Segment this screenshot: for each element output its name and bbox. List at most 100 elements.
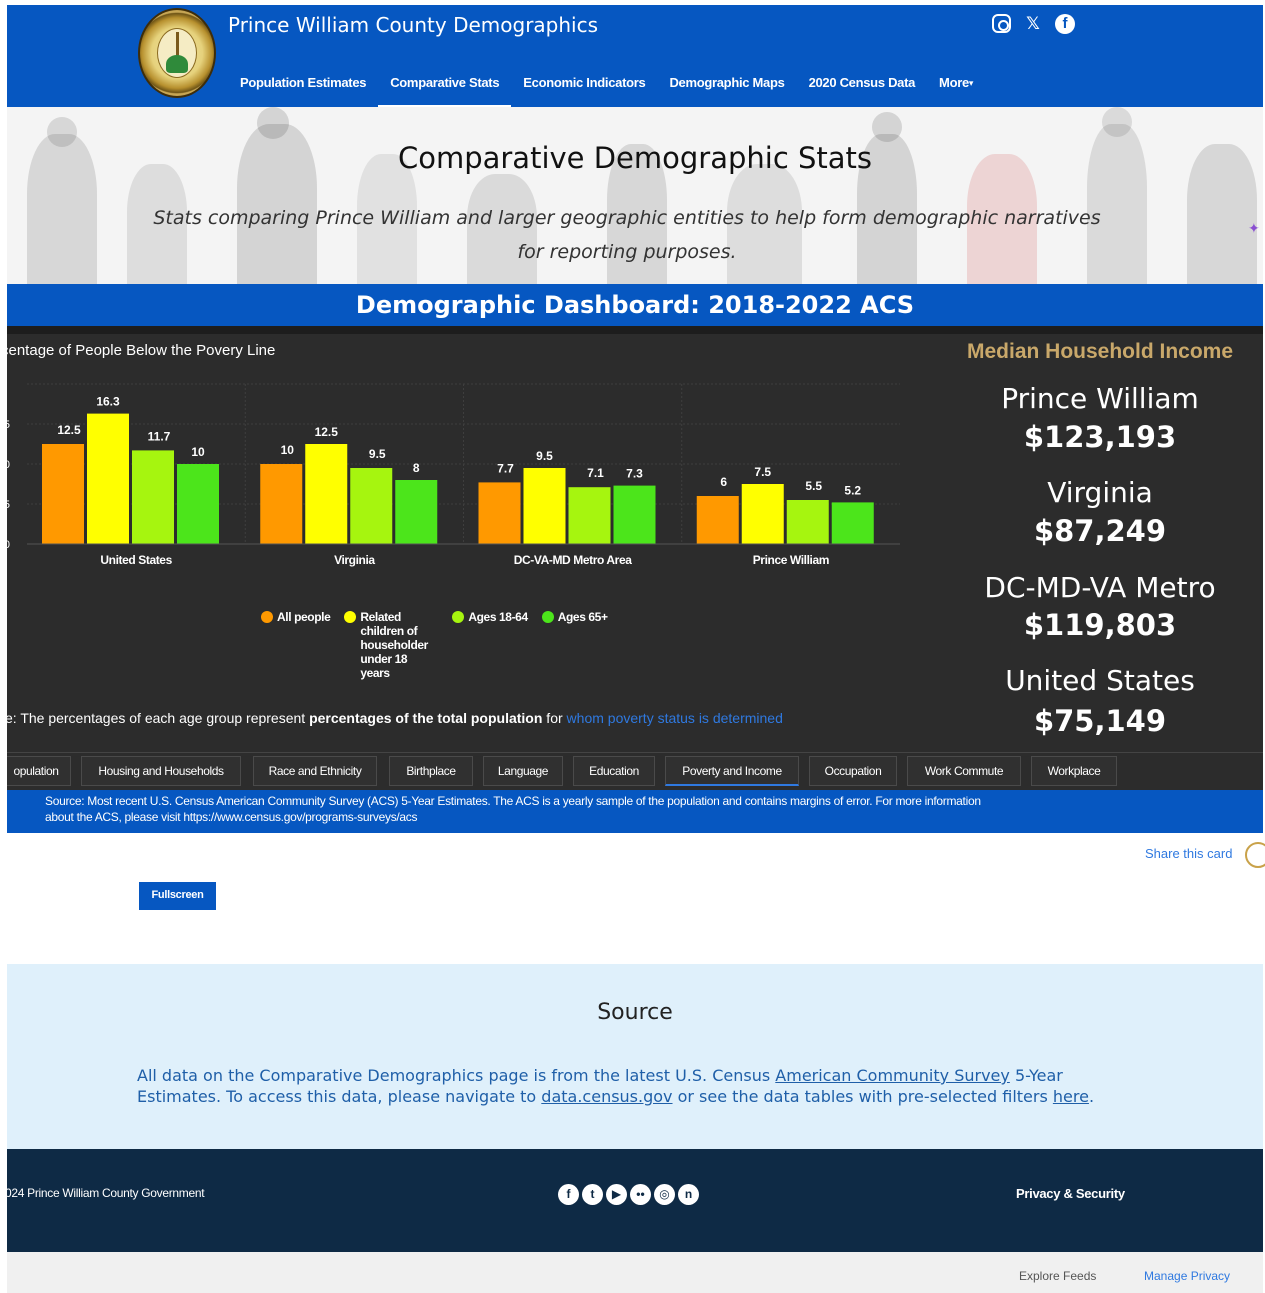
explore-feeds-link[interactable]: Explore Feeds xyxy=(1019,1269,1096,1283)
x-icon[interactable]: 𝕏 xyxy=(1023,14,1043,34)
sparkle-icon[interactable]: ✦ xyxy=(1248,220,1260,237)
hero-banner: Comparative Demographic Stats Stats comp… xyxy=(7,107,1263,284)
site-header: Prince William County Demographics 𝕏 f P… xyxy=(7,5,1263,108)
bar-data-label: 7.1 xyxy=(587,466,604,480)
legend-label: Ages 65+ xyxy=(557,610,608,624)
bar-data-label: 12.5 xyxy=(57,423,81,437)
y-tick-label: 0 xyxy=(7,539,10,551)
median-income-title: Median Household Income xyxy=(966,340,1234,363)
bar-data-label: 8 xyxy=(413,461,420,475)
source-paragraph: All data on the Comparative Demographics… xyxy=(137,1065,1112,1107)
tab-occupation[interactable]: Occupation xyxy=(809,756,897,786)
subtitle-line-2: for reporting purposes. xyxy=(517,241,737,263)
tab-education[interactable]: Education xyxy=(573,756,655,786)
legend-item[interactable]: Ages 65+ xyxy=(541,610,608,680)
tab-birthplace[interactable]: Birthplace xyxy=(389,756,473,786)
income-place-name: United States xyxy=(1005,664,1195,697)
chart-legend: All people Related children of household… xyxy=(261,610,608,680)
subtitle-line-1: Stats comparing Prince William and large… xyxy=(153,207,1101,229)
chart-bar xyxy=(568,487,611,544)
acs-link[interactable]: American Community Survey xyxy=(775,1066,1010,1085)
x-category-label: DC-VA-MD Metro Area xyxy=(514,553,632,567)
acs-source-bar: Source: Most recent U.S. Census American… xyxy=(7,790,1263,833)
income-place-name: Virginia xyxy=(1047,476,1153,509)
seal-plant xyxy=(166,55,188,73)
nav-more-label: More xyxy=(939,75,969,90)
data-census-gov-link[interactable]: data.census.gov xyxy=(541,1087,672,1106)
note-link[interactable]: whom poverty status is determined xyxy=(567,710,783,726)
page-subtitle: Stats comparing Prince William and large… xyxy=(147,201,1107,269)
legend-item[interactable]: All people xyxy=(261,610,331,680)
instagram-icon[interactable]: ◎ xyxy=(654,1184,675,1205)
flickr-icon[interactable]: •• xyxy=(630,1184,651,1205)
legend-item[interactable]: Ages 18-64 xyxy=(452,610,528,680)
hero-figure-head xyxy=(872,112,902,142)
chart-bar xyxy=(395,480,438,544)
site-footer: 024 Prince William County Government f t… xyxy=(5,1149,1263,1252)
here-link[interactable]: here xyxy=(1053,1087,1089,1106)
bar-data-label: 11.7 xyxy=(148,429,171,443)
source-line-1: Source: Most recent U.S. Census American… xyxy=(45,794,981,808)
chart-bar xyxy=(831,502,874,544)
y-tick-label: 0 xyxy=(7,459,10,471)
bar-data-label: 10 xyxy=(191,445,205,459)
tab-language[interactable]: Language xyxy=(483,756,563,786)
chart-bar xyxy=(741,484,784,544)
nav-population-estimates[interactable]: Population Estimates xyxy=(228,71,378,108)
tab-race-and-ethnicity[interactable]: Race and Ethnicity xyxy=(253,756,377,786)
share-icon[interactable] xyxy=(1245,842,1265,868)
dashboard-panel: centage of People Below the Povery Line … xyxy=(7,326,1263,790)
legend-swatch xyxy=(261,611,273,623)
bar-data-label: 7.7 xyxy=(497,461,514,475)
share-card-link[interactable]: Share this card xyxy=(1145,846,1232,861)
privacy-security-link[interactable]: Privacy & Security xyxy=(1016,1186,1125,1201)
nav-comparative-stats[interactable]: Comparative Stats xyxy=(378,71,512,108)
income-value: $119,803 xyxy=(1023,608,1177,642)
source-text: or see the data tables with pre-selected… xyxy=(672,1087,1053,1106)
income-place-name: Prince William xyxy=(1001,382,1199,415)
bar-data-label: 9.5 xyxy=(369,447,386,461)
nextdoor-icon[interactable]: n xyxy=(678,1184,699,1205)
nav-more[interactable]: More▾ xyxy=(927,71,985,108)
twitter-icon[interactable]: t xyxy=(582,1184,603,1205)
facebook-icon[interactable]: f xyxy=(558,1184,579,1205)
bar-data-label: 10 xyxy=(281,443,295,457)
page-title: Comparative Demographic Stats xyxy=(397,141,873,175)
note-mid: for xyxy=(542,710,567,726)
county-seal-logo[interactable] xyxy=(138,8,216,98)
manage-privacy-link[interactable]: Manage Privacy xyxy=(1144,1269,1230,1283)
bottom-bar: Explore Feeds Manage Privacy xyxy=(7,1252,1263,1293)
main-nav: Population Estimates Comparative Stats E… xyxy=(228,71,985,108)
bar-data-label: 7.3 xyxy=(626,467,643,481)
income-value: $123,193 xyxy=(1023,420,1177,454)
tab-housing-and-households[interactable]: Housing and Households xyxy=(81,756,241,786)
bar-data-label: 5.2 xyxy=(844,483,861,497)
dashboard-tabs: opulation Housing and Households Race an… xyxy=(7,752,1263,790)
bar-data-label: 12.5 xyxy=(315,425,339,439)
nav-economic-indicators[interactable]: Economic Indicators xyxy=(511,71,657,108)
x-category-label: United States xyxy=(100,553,172,567)
chart-bar xyxy=(87,413,129,544)
instagram-icon[interactable] xyxy=(992,14,1011,33)
source-text: All data on the Comparative Demographics… xyxy=(137,1066,776,1085)
median-income-panel: Median Household Income Prince William $… xyxy=(937,326,1263,746)
chart-bar xyxy=(260,464,303,544)
source-text: . xyxy=(1088,1087,1095,1106)
legend-item[interactable]: Related children of householder under 18… xyxy=(344,610,438,680)
nav-2020-census-data[interactable]: 2020 Census Data xyxy=(797,71,927,108)
tab-population[interactable]: opulation xyxy=(7,756,71,786)
y-tick-label: 5 xyxy=(7,499,10,511)
source-line-2: about the ACS, please visit https://www.… xyxy=(45,810,418,824)
chart-bar xyxy=(177,464,219,544)
facebook-icon[interactable]: f xyxy=(1055,14,1075,34)
site-title[interactable]: Prince William County Demographics xyxy=(228,13,598,37)
dashboard-heading: Demographic Dashboard: 2018-2022 ACS xyxy=(7,284,1263,326)
fullscreen-button[interactable]: Fullscreen xyxy=(139,882,216,910)
tab-poverty-and-income[interactable]: Poverty and Income xyxy=(665,756,799,786)
tab-workplace[interactable]: Workplace xyxy=(1031,756,1117,786)
copyright: 024 Prince William County Government xyxy=(5,1186,205,1200)
youtube-icon[interactable]: ▶ xyxy=(606,1184,627,1205)
nav-demographic-maps[interactable]: Demographic Maps xyxy=(657,71,796,108)
income-value: $75,149 xyxy=(1033,704,1167,738)
tab-work-commute[interactable]: Work Commute xyxy=(907,756,1021,786)
